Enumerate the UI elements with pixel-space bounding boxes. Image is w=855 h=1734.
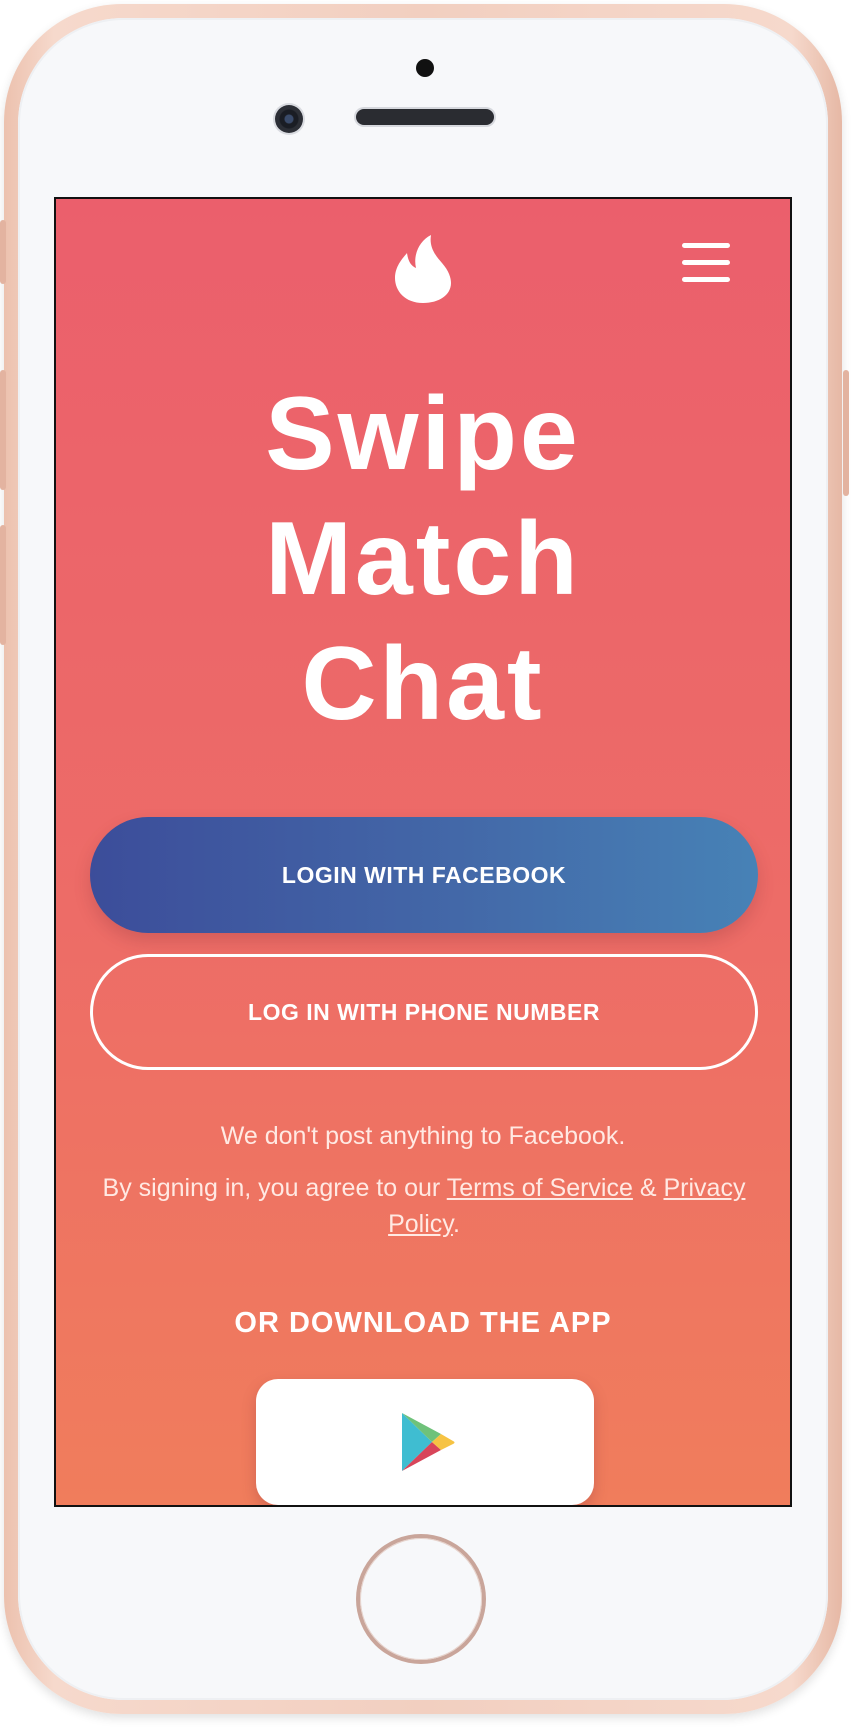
power-button [843, 370, 849, 496]
facebook-note: We don't post anything to Facebook. [220, 1122, 626, 1150]
volume-up-button [0, 370, 6, 490]
legal-prefix: By signing in, you agree to our [102, 1174, 447, 1202]
tinder-flame-icon [395, 235, 451, 303]
login-facebook-label: LOGIN WITH FACEBOOK [281, 861, 567, 888]
menu-line [682, 277, 730, 282]
mute-switch [0, 220, 6, 284]
headline-chat: Chat [301, 626, 545, 742]
download-title: OR DOWNLOAD THE APP [234, 1307, 612, 1339]
google-play-button[interactable] [256, 1379, 594, 1505]
legal-period: . [452, 1210, 460, 1238]
login-facebook-button[interactable]: LOGIN WITH FACEBOOK [90, 817, 758, 933]
google-play-icon [402, 1413, 455, 1471]
earpiece-speaker [356, 109, 494, 125]
home-button[interactable] [360, 1538, 482, 1660]
headline-swipe: Swipe [265, 376, 581, 492]
volume-down-button [0, 525, 6, 645]
login-phone-label: LOG IN WITH PHONE NUMBER [248, 998, 600, 1025]
terms-of-service-link[interactable]: Terms of Service [447, 1174, 633, 1202]
menu-line [682, 260, 730, 265]
proximity-sensor [416, 59, 434, 77]
legal-ampersand: & [632, 1174, 664, 1202]
login-phone-button[interactable]: LOG IN WITH PHONE NUMBER [90, 954, 758, 1070]
legal-text: By signing in, you agree to our Terms of… [96, 1170, 752, 1242]
front-camera [275, 105, 303, 133]
hamburger-menu-icon[interactable] [682, 241, 732, 285]
app-screen: Swipe Match Chat LOGIN WITH FACEBOOK LOG… [54, 197, 792, 1507]
headline-match: Match [265, 501, 581, 617]
menu-line [682, 243, 730, 248]
